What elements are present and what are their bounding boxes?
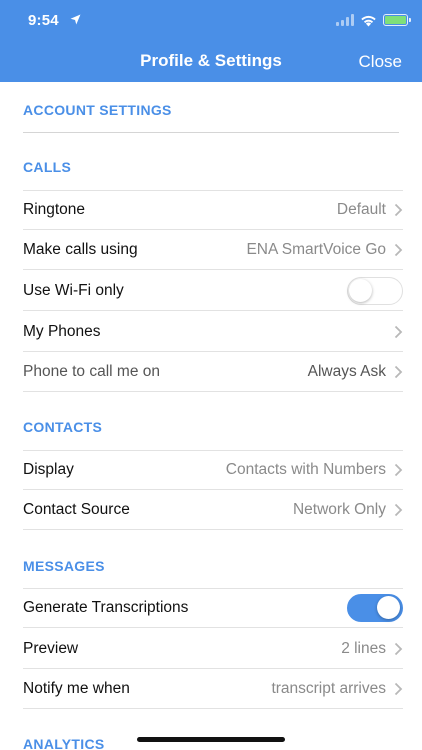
wifi-icon bbox=[361, 15, 376, 26]
contact-source-label: Contact Source bbox=[23, 500, 130, 518]
status-icons bbox=[336, 12, 411, 28]
chevron-right-icon bbox=[394, 463, 403, 477]
phone-to-call-row[interactable]: Phone to call me on Always Ask bbox=[23, 352, 403, 392]
display-label: Display bbox=[23, 461, 74, 478]
section-header-contacts: CONTACTS bbox=[23, 419, 103, 435]
make-calls-using-label: Make calls using bbox=[23, 240, 138, 258]
cellular-signal-icon bbox=[336, 14, 354, 26]
phone-to-call-label: Phone to call me on bbox=[23, 362, 161, 380]
contact-source-row[interactable]: Contact Source Network Only bbox=[23, 490, 403, 530]
notify-me-when-row[interactable]: Notify me when transcript arrives bbox=[23, 669, 403, 709]
preview-label: Preview bbox=[23, 639, 79, 657]
ringtone-row[interactable]: Ringtone Default bbox=[23, 190, 403, 230]
section-header-analytics: ANALYTICS bbox=[23, 736, 105, 750]
make-calls-using-row[interactable]: Make calls using ENA SmartVoice Go bbox=[23, 230, 403, 270]
chevron-right-icon bbox=[394, 325, 403, 338]
divider bbox=[23, 132, 399, 133]
display-value: Contacts with Numbers bbox=[225, 461, 386, 478]
wifi-only-label: Use Wi-Fi only bbox=[23, 281, 124, 299]
status-time: 9:54 bbox=[28, 12, 59, 29]
chevron-right-icon bbox=[394, 682, 403, 695]
ringtone-label: Ringtone bbox=[23, 201, 86, 218]
phone-to-call-value: Always Ask bbox=[307, 362, 386, 380]
location-arrow-icon bbox=[70, 14, 81, 25]
generate-transcriptions-row: Generate Transcriptions bbox=[23, 588, 403, 628]
close-button[interactable]: Close bbox=[359, 52, 402, 72]
contact-source-value: Network Only bbox=[292, 500, 386, 518]
generate-transcriptions-toggle[interactable] bbox=[347, 594, 403, 622]
make-calls-using-value: ENA SmartVoice Go bbox=[246, 240, 386, 258]
home-indicator bbox=[137, 737, 285, 742]
chevron-right-icon bbox=[394, 503, 403, 516]
preview-value: 2 lines bbox=[341, 639, 386, 657]
generate-transcriptions-label: Generate Transcriptions bbox=[23, 599, 189, 616]
my-phones-row[interactable]: My Phones bbox=[23, 312, 403, 352]
battery-icon bbox=[383, 14, 411, 26]
display-row[interactable]: Display Contacts with Numbers bbox=[23, 450, 403, 490]
wifi-only-toggle[interactable] bbox=[347, 276, 403, 305]
notify-me-when-label: Notify me when bbox=[23, 679, 130, 697]
wifi-only-row: Use Wi-Fi only bbox=[23, 271, 403, 311]
ringtone-value: Default bbox=[336, 201, 386, 218]
section-header-calls: CALLS bbox=[23, 159, 72, 175]
chevron-right-icon bbox=[394, 203, 403, 217]
my-phones-label: My Phones bbox=[23, 322, 101, 340]
section-header-messages: MESSAGES bbox=[23, 558, 105, 574]
chevron-right-icon bbox=[394, 243, 403, 256]
preview-row[interactable]: Preview 2 lines bbox=[23, 629, 403, 669]
chevron-right-icon bbox=[394, 365, 403, 378]
notify-me-when-value: transcript arrives bbox=[271, 679, 386, 697]
chevron-right-icon bbox=[394, 642, 403, 655]
navigation-header: 9:54 Profile & Settings Close bbox=[0, 0, 422, 82]
section-header-account[interactable]: ACCOUNT SETTINGS bbox=[23, 102, 172, 118]
